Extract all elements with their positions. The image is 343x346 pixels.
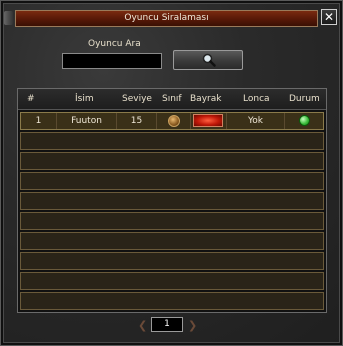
ranking-table: # İsim Seviye Sınıf Bayrak Lonca Durum 1… — [17, 88, 327, 313]
header-level: Seviye — [122, 94, 152, 104]
empty-table-row — [20, 132, 324, 150]
magnifier-icon — [202, 53, 216, 67]
search-button[interactable] — [173, 50, 243, 70]
table-row[interactable]: 1 Fuuton 15 Yok — [20, 112, 324, 130]
empty-table-row — [20, 252, 324, 270]
window-title: Oyuncu Siralaması — [124, 13, 209, 23]
search-label: Oyuncu Ara — [88, 39, 141, 49]
next-page-icon[interactable]: ❯ — [188, 319, 197, 332]
header-class: Sınıf — [162, 94, 182, 104]
header-status: Durum — [289, 94, 320, 104]
cell-level: 15 — [117, 113, 157, 129]
empty-table-row — [20, 172, 324, 190]
page-number: 1 — [151, 317, 183, 332]
prev-page-icon[interactable]: ❮ — [138, 319, 147, 332]
cell-name: Fuuton — [57, 113, 117, 129]
cell-guild: Yok — [227, 113, 285, 129]
cell-class — [157, 113, 191, 129]
table-header: # İsim Seviye Sınıf Bayrak Lonca Durum — [18, 89, 326, 110]
window-grip-icon[interactable] — [4, 11, 13, 25]
close-icon: ✕ — [323, 10, 335, 24]
cell-status — [285, 113, 323, 129]
close-button[interactable]: ✕ — [321, 9, 337, 25]
header-guild: Lonca — [243, 94, 270, 104]
window-title-bar[interactable]: Oyuncu Siralaması — [15, 10, 318, 27]
online-status-icon — [298, 115, 310, 126]
cell-rank: 1 — [21, 113, 57, 129]
cell-flag — [191, 113, 227, 129]
empty-table-row — [20, 212, 324, 230]
header-flag: Bayrak — [190, 94, 222, 104]
class-emblem-icon — [167, 115, 180, 127]
empty-table-row — [20, 152, 324, 170]
red-flag-icon — [193, 114, 223, 127]
empty-table-row — [20, 292, 324, 310]
header-name: İsim — [75, 94, 94, 104]
empty-table-row — [20, 232, 324, 250]
empty-table-row — [20, 272, 324, 290]
empty-table-row — [20, 192, 324, 210]
header-rank: # — [27, 94, 35, 104]
search-input[interactable] — [62, 53, 162, 69]
player-ranking-window: Oyuncu Siralaması ✕ Oyuncu Ara # İsim Se… — [0, 0, 343, 346]
